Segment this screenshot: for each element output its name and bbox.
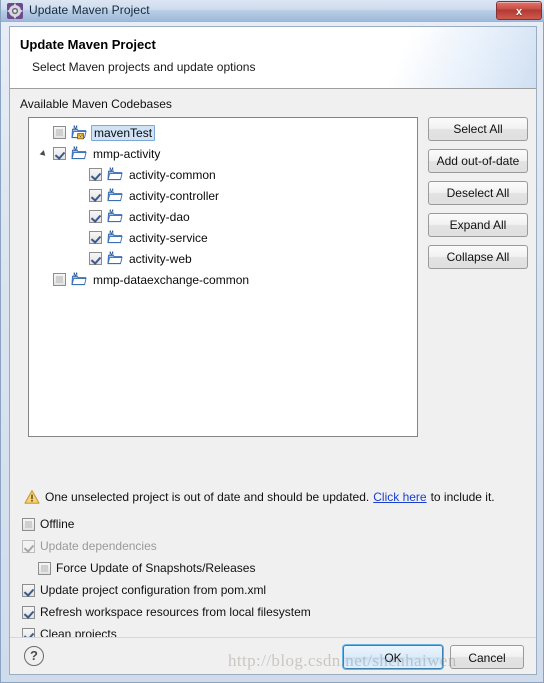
maven-project-folder-icon: M xyxy=(71,125,87,140)
tree-item-label: activity-dao xyxy=(129,209,190,224)
dialog-header: Update Maven Project Select Maven projec… xyxy=(10,27,536,89)
tree-item-checkbox[interactable] xyxy=(89,189,102,202)
tree-item-checkbox[interactable] xyxy=(53,273,66,286)
svg-text:M: M xyxy=(73,126,77,132)
svg-text:M: M xyxy=(109,168,113,174)
dialog-body: Available Maven Codebases MmavenTest Mmmp… xyxy=(10,89,536,641)
option-refresh-workspace-resources-from-local-filesystem[interactable]: Refresh workspace resources from local f… xyxy=(22,605,311,619)
tree-item-checkbox[interactable] xyxy=(53,126,66,139)
tree-row[interactable]: Mactivity-dao xyxy=(29,206,417,227)
close-icon[interactable]: x xyxy=(496,1,542,20)
maven-folder-icon: M xyxy=(107,188,123,203)
tree-item-checkbox[interactable] xyxy=(89,168,102,181)
option-checkbox[interactable] xyxy=(38,561,51,575)
deselect-all-button[interactable]: Deselect All xyxy=(428,181,528,205)
option-checkbox xyxy=(22,539,35,553)
select-all-button[interactable]: Select All xyxy=(428,117,528,141)
page-title: Update Maven Project xyxy=(20,37,156,52)
tree-row[interactable]: Mactivity-service xyxy=(29,227,417,248)
cancel-button[interactable]: Cancel xyxy=(450,645,524,669)
tree-item-label: activity-web xyxy=(129,251,192,266)
tree-item-checkbox[interactable] xyxy=(53,147,66,160)
option-checkbox[interactable] xyxy=(22,517,35,531)
maven-folder-icon: M xyxy=(107,251,123,266)
tree-item-checkbox[interactable] xyxy=(89,210,102,223)
tree-item-label: mmp-dataexchange-common xyxy=(93,272,250,287)
warning-triangle-icon xyxy=(24,489,40,505)
help-icon[interactable]: ? xyxy=(24,646,44,666)
collapse-all-button[interactable]: Collapse All xyxy=(428,245,528,269)
tree-item-checkbox[interactable] xyxy=(89,231,102,244)
maven-folder-icon: M xyxy=(107,230,123,245)
option-update-project-configuration-from-pom-xml[interactable]: Update project configuration from pom.xm… xyxy=(22,583,266,597)
tree-row[interactable]: Mactivity-controller xyxy=(29,185,417,206)
option-label: Refresh workspace resources from local f… xyxy=(40,605,311,619)
tree-item-checkbox[interactable] xyxy=(89,252,102,265)
option-label: Force Update of Snapshots/Releases xyxy=(56,561,256,575)
tree-row[interactable]: MmavenTest xyxy=(29,122,417,143)
maven-folder-icon: M xyxy=(71,272,87,287)
svg-text:M: M xyxy=(109,252,113,258)
maven-folder-icon: M xyxy=(71,146,87,161)
out-of-date-warning: One unselected project is out of date an… xyxy=(24,489,495,505)
warning-text-suffix: to include it. xyxy=(430,490,495,504)
update-maven-project-dialog: Update Maven Project x Update Maven Proj… xyxy=(0,0,544,683)
ok-button[interactable]: OK xyxy=(343,645,443,669)
svg-text:M: M xyxy=(109,231,113,237)
title-bar: Update Maven Project x xyxy=(1,0,544,22)
tree-row[interactable]: Mmmp-activity xyxy=(29,143,417,164)
svg-text:M: M xyxy=(73,147,77,153)
tree-item-label: mmp-activity xyxy=(93,146,161,161)
tree-action-buttons: Select All Add out-of-date Deselect All Exp… xyxy=(428,117,528,277)
tree-row[interactable]: Mmmp-dataexchange-common xyxy=(29,269,417,290)
page-subtitle: Select Maven projects and update options xyxy=(32,60,256,74)
expand-all-button[interactable]: Expand All xyxy=(428,213,528,237)
add-out-of-date-button[interactable]: Add out-of-date xyxy=(428,149,528,173)
tree-item-label: activity-common xyxy=(129,167,216,182)
option-label: Update dependencies xyxy=(40,539,157,553)
maven-folder-icon: M xyxy=(107,209,123,224)
option-label: Update project configuration from pom.xm… xyxy=(40,583,267,597)
option-update-dependencies: Update dependencies xyxy=(22,539,157,553)
maven-codebases-tree[interactable]: MmavenTest Mmmp-activity Mactivity-common M… xyxy=(28,117,418,437)
tree-item-label: mavenTest xyxy=(91,124,156,141)
maven-gear-icon xyxy=(7,3,23,19)
include-it-link[interactable]: Click here xyxy=(373,490,426,504)
dialog-client-area: Update Maven Project Select Maven projec… xyxy=(9,26,537,675)
option-checkbox[interactable] xyxy=(22,605,35,619)
window-title: Update Maven Project xyxy=(29,3,150,17)
dialog-footer: ? OK Cancel xyxy=(10,637,536,674)
tree-item-label: activity-service xyxy=(129,230,208,245)
svg-text:M: M xyxy=(73,273,77,279)
tree-group-label: Available Maven Codebases xyxy=(20,97,172,111)
tree-row[interactable]: Mactivity-common xyxy=(29,164,417,185)
option-label: Offline xyxy=(40,517,75,531)
option-force-update-of-snapshots-releases[interactable]: Force Update of Snapshots/Releases xyxy=(38,561,255,575)
tree-row[interactable]: Mactivity-web xyxy=(29,248,417,269)
option-checkbox[interactable] xyxy=(22,583,35,597)
tree-item-label: activity-controller xyxy=(129,188,220,203)
warning-text: One unselected project is out of date an… xyxy=(45,490,370,504)
svg-text:M: M xyxy=(109,210,113,216)
option-offline[interactable]: Offline xyxy=(22,517,74,531)
svg-text:M: M xyxy=(109,189,113,195)
expand-arrow-icon[interactable] xyxy=(37,143,53,164)
maven-folder-icon: M xyxy=(107,167,123,182)
